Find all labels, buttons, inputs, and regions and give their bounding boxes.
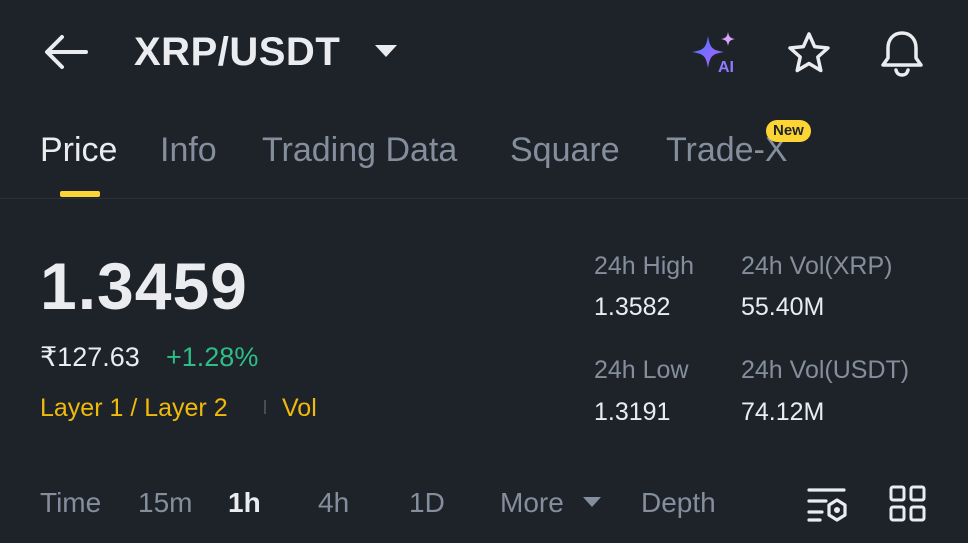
active-tab-indicator bbox=[60, 191, 100, 197]
bell-icon[interactable] bbox=[878, 28, 926, 78]
ai-sparkle-icon[interactable]: AI bbox=[692, 30, 742, 76]
tab-square[interactable]: Square bbox=[510, 130, 620, 170]
interval-4h[interactable]: 4h bbox=[318, 486, 349, 520]
high-value: 1.3582 bbox=[594, 293, 671, 321]
interval-depth[interactable]: Depth bbox=[641, 486, 716, 520]
more-caret-down-icon[interactable] bbox=[582, 496, 602, 508]
pair-title[interactable]: XRP/USDT bbox=[134, 28, 340, 76]
tab-price[interactable]: Price bbox=[40, 130, 117, 170]
star-icon[interactable] bbox=[786, 30, 832, 76]
fiat-price: ₹127.63 bbox=[40, 342, 140, 372]
vol-xrp-value: 55.40M bbox=[741, 293, 825, 321]
interval-1d[interactable]: 1D bbox=[409, 486, 445, 520]
back-arrow-icon[interactable] bbox=[42, 32, 88, 72]
high-label: 24h High bbox=[594, 252, 695, 280]
indicator-settings-icon[interactable] bbox=[806, 486, 848, 524]
interval-time[interactable]: Time bbox=[40, 486, 101, 520]
category-tag[interactable]: Layer 1 / Layer 2 bbox=[40, 392, 228, 424]
vol-tag[interactable]: Vol bbox=[282, 392, 317, 424]
grid-layout-icon[interactable] bbox=[888, 484, 928, 524]
ai-label: AI bbox=[718, 59, 734, 76]
low-value: 1.3191 bbox=[594, 398, 671, 426]
interval-1h[interactable]: 1h bbox=[228, 486, 261, 520]
tab-info[interactable]: Info bbox=[160, 130, 217, 170]
interval-15m[interactable]: 15m bbox=[138, 486, 192, 520]
tag-separator bbox=[264, 400, 266, 414]
tab-trading-data[interactable]: Trading Data bbox=[262, 130, 457, 170]
vol-usdt-label: 24h Vol(USDT) bbox=[741, 356, 910, 384]
price-change-percent: +1.28% bbox=[166, 342, 259, 372]
vol-xrp-label: 24h Vol(XRP) bbox=[741, 252, 893, 280]
last-price: 1.3459 bbox=[40, 249, 248, 323]
tabs-divider bbox=[0, 198, 968, 199]
interval-more[interactable]: More bbox=[500, 486, 564, 520]
low-label: 24h Low bbox=[594, 356, 689, 384]
vol-usdt-value: 74.12M bbox=[741, 398, 825, 426]
caret-down-icon[interactable] bbox=[374, 44, 398, 58]
new-badge: New bbox=[766, 120, 811, 142]
